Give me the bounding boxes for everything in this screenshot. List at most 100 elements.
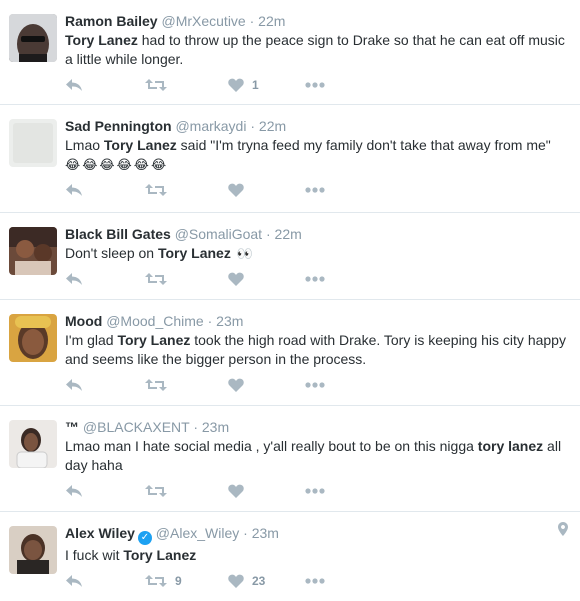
like-button[interactable] <box>228 271 252 287</box>
more-dots-icon <box>305 488 325 494</box>
more-button[interactable] <box>305 77 325 93</box>
location-pin-button[interactable] <box>558 522 568 541</box>
retweet-button[interactable] <box>145 77 175 93</box>
avatar-image <box>9 420 57 468</box>
reply-button[interactable] <box>65 77 83 93</box>
like-button[interactable] <box>228 182 252 198</box>
reply-button[interactable] <box>65 271 83 287</box>
retweet-icon <box>145 272 167 286</box>
tweet-header: Ramon Bailey @MrXecutive · 22m <box>65 12 570 30</box>
retweet-button[interactable] <box>145 271 175 287</box>
more-button[interactable] <box>305 271 325 287</box>
tweet-text: I fuck wit Tory Lanez <box>65 546 570 565</box>
highlighted-term: Tory Lanez <box>65 32 138 48</box>
like-button[interactable] <box>228 377 252 393</box>
more-dots-icon <box>305 187 325 193</box>
tweet-text: Lmao Tory Lanez said "I'm tryna feed my … <box>65 136 570 174</box>
more-button[interactable] <box>305 377 325 393</box>
heart-icon <box>228 183 244 197</box>
more-button[interactable] <box>305 573 325 589</box>
timestamp[interactable]: 23m <box>252 525 279 541</box>
username[interactable]: @MrXecutive <box>161 13 245 29</box>
reply-button[interactable] <box>65 182 83 198</box>
emoji: 👀 <box>230 246 255 261</box>
tweet-feed: Ramon Bailey @MrXecutive · 22m Tory Lane… <box>0 0 580 597</box>
tweet[interactable]: ™ @BLACKAXENT · 23m Lmao man I hate soci… <box>0 406 580 512</box>
tweet-actions <box>65 174 570 210</box>
username[interactable]: @Mood_Chime <box>106 313 203 329</box>
tweet[interactable]: Ramon Bailey @MrXecutive · 22m Tory Lane… <box>0 0 580 105</box>
text-segment: had to throw up the peace sign to Drake … <box>65 32 565 67</box>
like-button[interactable]: 23 <box>228 573 265 589</box>
retweet-icon <box>145 484 167 498</box>
avatar-image <box>9 14 57 62</box>
separator-dot: · <box>193 419 198 435</box>
avatar[interactable] <box>9 420 57 468</box>
like-button[interactable] <box>228 483 252 499</box>
text-segment: Don't sleep on <box>65 245 158 261</box>
tweet-text: Lmao man I hate social media , y'all rea… <box>65 437 570 475</box>
highlighted-term: Tory Lanez <box>117 332 191 348</box>
display-name[interactable]: Mood <box>65 313 102 329</box>
avatar[interactable] <box>9 14 57 62</box>
tweet-actions: 9 23 <box>65 565 570 601</box>
highlighted-term: Tory Lanez <box>103 137 177 153</box>
timestamp[interactable]: 22m <box>275 226 302 242</box>
reply-icon <box>65 78 83 92</box>
tweet-text: Tory Lanez had to throw up the peace sig… <box>65 31 570 69</box>
avatar-image <box>9 526 57 574</box>
avatar-image <box>9 227 57 275</box>
tweet-text: I'm glad Tory Lanez took the high road w… <box>65 331 570 369</box>
more-button[interactable] <box>305 182 325 198</box>
retweet-button[interactable] <box>145 377 175 393</box>
display-name[interactable]: Ramon Bailey <box>65 13 158 29</box>
username[interactable]: @markaydi <box>175 118 246 134</box>
text-segment: Lmao man I hate social media , y'all rea… <box>65 438 478 454</box>
avatar[interactable] <box>9 119 57 167</box>
reply-button[interactable] <box>65 483 83 499</box>
reply-icon <box>65 183 83 197</box>
timestamp[interactable]: 23m <box>216 313 243 329</box>
separator-dot: · <box>207 313 213 329</box>
tweet-actions <box>65 369 570 405</box>
display-name[interactable]: Black Bill Gates <box>65 226 171 242</box>
tweet-header: Alex Wiley ✓ @Alex_Wiley · 23m <box>65 524 570 545</box>
display-name[interactable]: Alex Wiley <box>65 525 135 541</box>
avatar-image <box>9 119 57 167</box>
timestamp[interactable]: 23m <box>202 419 229 435</box>
username[interactable]: @Alex_Wiley <box>156 525 239 541</box>
retweet-icon <box>145 574 167 588</box>
like-count: 23 <box>252 574 266 588</box>
more-button[interactable] <box>305 483 325 499</box>
retweet-button[interactable]: 9 <box>145 573 182 589</box>
text-segment: I fuck wit <box>65 547 124 563</box>
timestamp[interactable]: 22m <box>258 13 285 29</box>
avatar[interactable] <box>9 314 57 362</box>
retweet-button[interactable] <box>145 483 175 499</box>
tweet[interactable]: Mood @Mood_Chime · 23m I'm glad Tory Lan… <box>0 300 580 406</box>
username[interactable]: @SomaliGoat <box>175 226 262 242</box>
avatar[interactable] <box>9 227 57 275</box>
tweet-header: Sad Pennington @markaydi · 22m <box>65 117 570 135</box>
tweet-actions <box>65 475 570 511</box>
highlighted-term: tory lanez <box>477 438 544 454</box>
separator-dot: · <box>265 226 271 242</box>
more-dots-icon <box>305 276 325 282</box>
display-name[interactable]: Sad Pennington <box>65 118 172 134</box>
reply-icon <box>65 484 83 498</box>
tweet-text: Don't sleep on Tory Lanez 👀 <box>65 244 570 263</box>
reply-icon <box>65 272 83 286</box>
highlighted-term: Tory Lanez <box>157 245 231 261</box>
like-button[interactable]: 1 <box>228 77 259 93</box>
tweet[interactable]: Alex Wiley ✓ @Alex_Wiley · 23m I fuck wit… <box>0 512 580 597</box>
timestamp[interactable]: 22m <box>259 118 286 134</box>
tweet[interactable]: Black Bill Gates @SomaliGoat · 22m Don't… <box>0 213 580 300</box>
tweet[interactable]: Sad Pennington @markaydi · 22m Lmao Tory… <box>0 105 580 213</box>
tweet-header: Black Bill Gates @SomaliGoat · 22m <box>65 225 570 243</box>
retweet-button[interactable] <box>145 182 175 198</box>
reply-button[interactable] <box>65 377 83 393</box>
display-name[interactable]: ™ <box>65 419 79 435</box>
reply-button[interactable] <box>65 573 83 589</box>
avatar[interactable] <box>9 526 57 574</box>
username[interactable]: @BLACKAXENT <box>83 419 190 435</box>
